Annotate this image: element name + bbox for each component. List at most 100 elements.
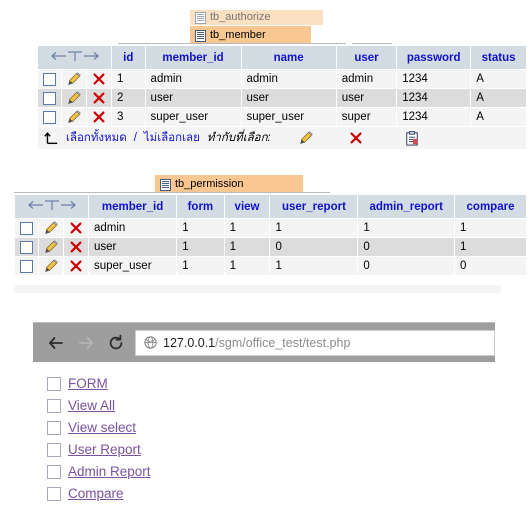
delete-x-icon[interactable] bbox=[92, 110, 106, 124]
select-none-link[interactable]: ไม่เลือกเลย bbox=[144, 129, 200, 147]
col-header-admin-report[interactable]: admin_report bbox=[357, 194, 455, 219]
row-checkbox-cell[interactable] bbox=[37, 107, 62, 127]
view-all-checkbox[interactable] bbox=[47, 398, 61, 413]
delete-x-icon[interactable] bbox=[92, 72, 106, 86]
permission-table-body: admin 1 1 1 1 1 user 1 1 0 0 1 super_use… bbox=[14, 218, 527, 276]
row-checkbox-cell[interactable] bbox=[14, 237, 39, 257]
row-delete-cell[interactable] bbox=[63, 237, 89, 257]
row-checkbox[interactable] bbox=[43, 110, 56, 124]
col-header-password[interactable]: password bbox=[396, 45, 472, 70]
row-edit-cell[interactable] bbox=[38, 256, 64, 276]
row-edit-cell[interactable] bbox=[61, 88, 87, 108]
row-checkbox-cell[interactable] bbox=[37, 88, 62, 108]
forward-arrow-icon bbox=[79, 336, 93, 349]
row-delete-cell[interactable] bbox=[63, 218, 89, 238]
col-header-form[interactable]: form bbox=[176, 194, 225, 219]
row-delete-cell[interactable] bbox=[63, 256, 89, 276]
select-all-link[interactable]: เลือกทั้งหมด bbox=[66, 129, 127, 147]
sort-direction-header[interactable] bbox=[37, 45, 112, 70]
edit-pencil-icon[interactable] bbox=[44, 259, 58, 273]
link-user-report[interactable]: User Report bbox=[68, 442, 141, 457]
view-select-checkbox[interactable] bbox=[47, 420, 61, 435]
row-delete-cell[interactable] bbox=[86, 69, 112, 89]
cell-user: user bbox=[335, 88, 398, 108]
compare-checkbox[interactable] bbox=[47, 486, 61, 501]
cell-compare: 0 bbox=[454, 256, 527, 276]
address-bar[interactable]: 127.0.0.1/sgm/office_test/test.php bbox=[135, 329, 495, 356]
cell-view: 1 bbox=[223, 237, 271, 257]
row-checkbox[interactable] bbox=[20, 259, 33, 273]
row-edit-cell[interactable] bbox=[38, 237, 64, 257]
row-edit-cell[interactable] bbox=[38, 218, 64, 238]
export-clipboard-icon[interactable] bbox=[405, 130, 419, 146]
list-item: Compare bbox=[47, 486, 495, 501]
row-edit-cell[interactable] bbox=[61, 107, 87, 127]
form-checkbox[interactable] bbox=[47, 376, 61, 391]
reload-button[interactable] bbox=[101, 328, 131, 358]
row-edit-cell[interactable] bbox=[61, 69, 87, 89]
link-view-all[interactable]: View All bbox=[68, 398, 115, 413]
link-view-select[interactable]: View select bbox=[68, 420, 136, 435]
cell-compare: 1 bbox=[454, 218, 527, 238]
cell-name: admin bbox=[240, 69, 337, 89]
bulk-edit-pencil-icon[interactable] bbox=[299, 131, 313, 145]
edit-pencil-icon[interactable] bbox=[44, 240, 58, 254]
cell-view: 1 bbox=[223, 218, 271, 238]
bulk-delete-x-icon[interactable] bbox=[349, 131, 363, 145]
tab-tb-permission[interactable]: tb_permission bbox=[155, 175, 303, 193]
col-header-compare[interactable]: compare bbox=[454, 194, 527, 219]
delete-x-icon[interactable] bbox=[69, 259, 83, 273]
col-header-name[interactable]: name bbox=[240, 45, 337, 70]
with-selected-label: ทำกับที่เลือก: bbox=[206, 132, 271, 144]
link-admin-report[interactable]: Admin Report bbox=[68, 464, 151, 479]
col-header-user-report[interactable]: user_report bbox=[269, 194, 359, 219]
admin-report-checkbox[interactable] bbox=[47, 464, 61, 479]
forward-button[interactable] bbox=[71, 328, 101, 358]
browser-toolbar: 127.0.0.1/sgm/office_test/test.php bbox=[33, 322, 495, 362]
link-compare[interactable]: Compare bbox=[68, 486, 124, 501]
tab-clipped-label: tb_authorize bbox=[210, 11, 271, 23]
tab-tb-member[interactable]: tb_member bbox=[190, 26, 311, 44]
row-checkbox-cell[interactable] bbox=[14, 256, 39, 276]
cell-view: 1 bbox=[223, 256, 271, 276]
col-header-member-id[interactable]: member_id bbox=[144, 45, 242, 70]
edit-pencil-icon[interactable] bbox=[67, 91, 81, 105]
col-header-user[interactable]: user bbox=[335, 45, 398, 70]
tb-member-grid: id member_id name user password status 1… bbox=[37, 45, 527, 150]
table-row: 3 super_user super_user super 1234 A bbox=[37, 107, 527, 127]
url-text: 127.0.0.1/sgm/office_test/test.php bbox=[163, 336, 350, 350]
row-delete-cell[interactable] bbox=[86, 107, 112, 127]
row-checkbox[interactable] bbox=[20, 221, 33, 235]
col-header-status[interactable]: status bbox=[470, 45, 527, 70]
member-results-table: id member_id name user password status 1… bbox=[37, 45, 527, 150]
row-delete-cell[interactable] bbox=[86, 88, 112, 108]
perm-tab-underline-right bbox=[290, 192, 330, 193]
edit-pencil-icon[interactable] bbox=[67, 72, 81, 86]
cell-member-id: admin bbox=[87, 218, 178, 238]
user-report-checkbox[interactable] bbox=[47, 442, 61, 457]
delete-x-icon[interactable] bbox=[69, 240, 83, 254]
tab-clipped-above[interactable]: tb_authorize bbox=[190, 10, 323, 25]
row-checkbox[interactable] bbox=[20, 240, 33, 254]
row-checkbox[interactable] bbox=[43, 91, 56, 105]
delete-x-icon[interactable] bbox=[92, 91, 106, 105]
sort-direction-header[interactable] bbox=[14, 194, 89, 219]
edit-pencil-icon[interactable] bbox=[44, 221, 58, 235]
col-header-id[interactable]: id bbox=[111, 45, 146, 70]
link-form[interactable]: FORM bbox=[68, 376, 108, 391]
row-checkbox[interactable] bbox=[43, 72, 56, 86]
cell-id: 1 bbox=[111, 69, 146, 89]
col-header-member-id[interactable]: member_id bbox=[87, 194, 178, 219]
cell-admin-report: 0 bbox=[357, 237, 455, 257]
permission-footer-clipped bbox=[14, 285, 501, 293]
back-button[interactable] bbox=[41, 328, 71, 358]
row-checkbox-cell[interactable] bbox=[37, 69, 62, 89]
table-header-row: id member_id name user password status bbox=[37, 45, 527, 70]
delete-x-icon[interactable] bbox=[69, 221, 83, 235]
table-header-row: member_id form view user_report admin_re… bbox=[14, 194, 527, 219]
row-checkbox-cell[interactable] bbox=[14, 218, 39, 238]
cell-user-report: 1 bbox=[269, 256, 359, 276]
edit-pencil-icon[interactable] bbox=[67, 110, 81, 124]
member-table-body: 1 admin admin admin 1234 A 2 user user u… bbox=[37, 69, 527, 150]
col-header-view[interactable]: view bbox=[223, 194, 271, 219]
